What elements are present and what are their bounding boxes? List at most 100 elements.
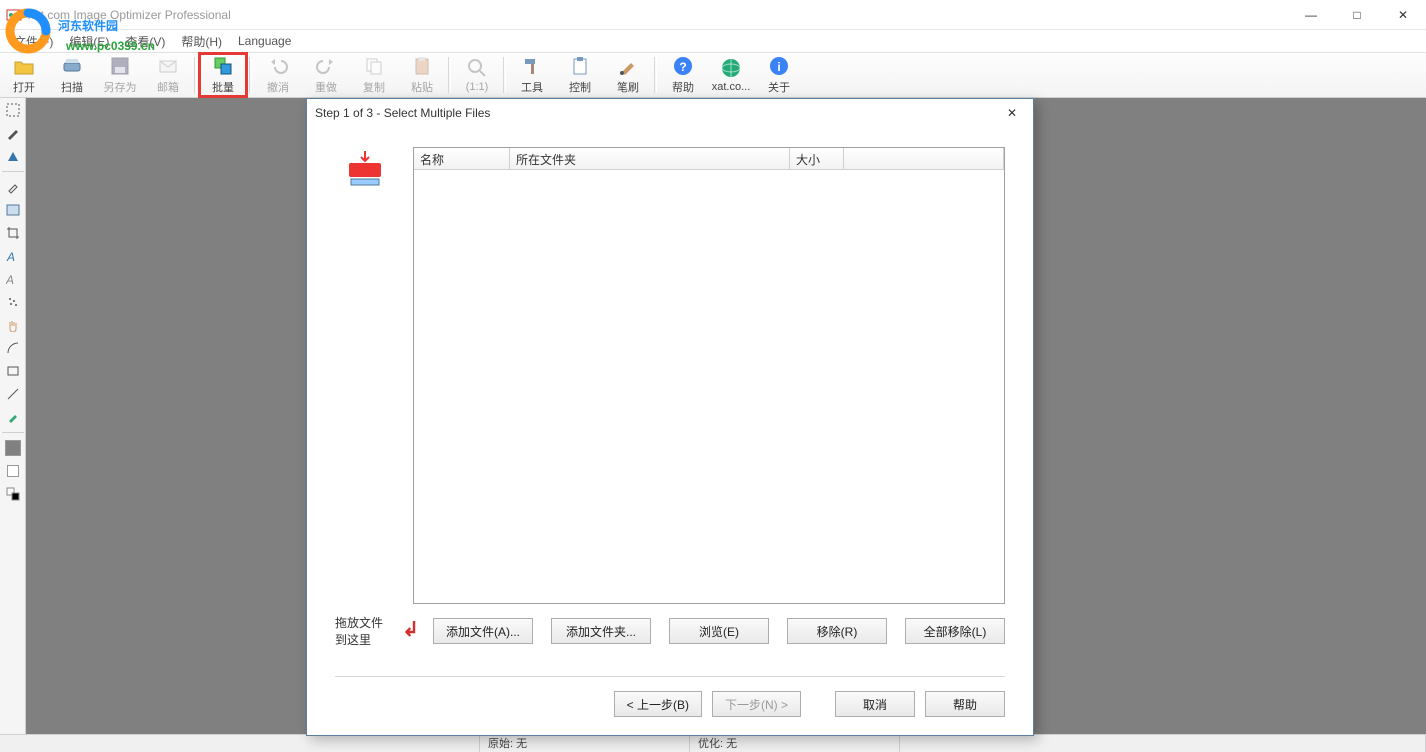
compress-icon — [335, 147, 395, 604]
table-header: 名称 所在文件夹 大小 — [414, 148, 1004, 170]
window-title: xat.com Image Optimizer Professional — [28, 8, 231, 22]
back-button[interactable]: < 上一步(B) — [614, 691, 702, 717]
menu-edit[interactable]: 编辑(E) — [61, 31, 117, 52]
tb-batch[interactable]: 批量 — [199, 53, 247, 97]
batch-dialog: Step 1 of 3 - Select Multiple Files ✕ 名称… — [306, 98, 1034, 736]
close-button[interactable]: ✕ — [1380, 0, 1426, 30]
tb-brush[interactable]: 笔刷 — [604, 53, 652, 97]
drag-hint: 拖放文件到这里 — [335, 614, 388, 648]
toolbar-separator — [654, 57, 657, 93]
bg-color-swatch[interactable] — [3, 461, 23, 481]
tool-hand-icon[interactable] — [3, 315, 23, 335]
redo-icon — [315, 55, 337, 77]
hammer-icon — [521, 55, 543, 77]
toolbar-separator — [503, 57, 506, 93]
tb-control[interactable]: 控制 — [556, 53, 604, 97]
minimize-button[interactable]: — — [1288, 0, 1334, 30]
tool-arc-icon[interactable] — [3, 338, 23, 358]
col-folder[interactable]: 所在文件夹 — [510, 148, 790, 169]
tb-copy[interactable]: 复制 — [350, 53, 398, 97]
add-folder-button[interactable]: 添加文件夹... — [551, 618, 651, 644]
svg-text:A: A — [6, 273, 14, 286]
dialog-body: 名称 所在文件夹 大小 拖放文件到这里 ↲ 添加文件(A)... 添加文件夹..… — [307, 127, 1033, 735]
zoom-actual-icon — [466, 57, 488, 79]
menu-view[interactable]: 查看(V) — [117, 31, 173, 52]
fg-color-swatch[interactable] — [3, 438, 23, 458]
tool-selection-icon[interactable] — [3, 100, 23, 120]
tb-redo[interactable]: 重做 — [302, 53, 350, 97]
tool-flip-icon[interactable] — [3, 146, 23, 166]
paste-icon — [411, 55, 433, 77]
tb-xat[interactable]: xat.co... — [707, 53, 755, 97]
svg-text:A: A — [6, 250, 15, 263]
titlebar: xat.com Image Optimizer Professional — □… — [0, 0, 1426, 30]
tool-text-icon[interactable]: A — [3, 246, 23, 266]
maximize-button[interactable]: □ — [1334, 0, 1380, 30]
tool-line-icon[interactable] — [3, 384, 23, 404]
file-table: 名称 所在文件夹 大小 — [413, 147, 1005, 604]
toolbar-separator — [249, 57, 252, 93]
next-button[interactable]: 下一步(N) > — [712, 691, 801, 717]
wizard-buttons: < 上一步(B) 下一步(N) > 取消 帮助 — [335, 691, 1005, 725]
add-files-button[interactable]: 添加文件(A)... — [433, 618, 533, 644]
status-optimized: 优化: 无 — [690, 735, 900, 752]
toolbox-separator — [2, 432, 24, 433]
tb-mail[interactable]: 邮箱 — [144, 53, 192, 97]
help-button[interactable]: 帮助 — [925, 691, 1005, 717]
globe-icon — [720, 57, 742, 79]
remove-all-button[interactable]: 全部移除(L) — [905, 618, 1005, 644]
tb-open[interactable]: 打开 — [0, 53, 48, 97]
menu-file[interactable]: 文件(F) — [6, 31, 61, 52]
tool-rect-icon[interactable] — [3, 361, 23, 381]
svg-text:i: i — [777, 60, 780, 74]
tb-one-to-one[interactable]: (1:1) — [453, 53, 501, 97]
tool-image-icon[interactable] — [3, 200, 23, 220]
undo-icon — [267, 55, 289, 77]
save-icon — [109, 55, 131, 77]
dialog-close-button[interactable]: ✕ — [999, 106, 1025, 120]
app-icon — [6, 7, 22, 23]
tb-paste[interactable]: 粘贴 — [398, 53, 446, 97]
tb-undo[interactable]: 撤消 — [254, 53, 302, 97]
tool-wand-icon[interactable] — [3, 123, 23, 143]
main-toolbar: 打开 扫描 另存为 邮箱 批量 撤消 重做 复制 粘贴 (1:1) 工具 — [0, 52, 1426, 98]
window-controls: — □ ✕ — [1288, 0, 1426, 30]
browse-button[interactable]: 浏览(E) — [669, 618, 769, 644]
mail-icon — [157, 55, 179, 77]
cancel-button[interactable]: 取消 — [835, 691, 915, 717]
tb-help[interactable]: ? 帮助 — [659, 53, 707, 97]
col-size[interactable]: 大小 — [790, 148, 844, 169]
table-body[interactable] — [414, 170, 1004, 603]
tb-saveas[interactable]: 另存为 — [96, 53, 144, 97]
status-original: 原始: 无 — [480, 735, 690, 752]
remove-button[interactable]: 移除(R) — [787, 618, 887, 644]
drag-row: 拖放文件到这里 ↲ 添加文件(A)... 添加文件夹... 浏览(E) 移除(R… — [335, 604, 1005, 654]
brush-icon — [617, 55, 639, 77]
scanner-icon — [61, 55, 83, 77]
menubar: 文件(F) 编辑(E) 查看(V) 帮助(H) Language — [0, 30, 1426, 52]
menu-help[interactable]: 帮助(H) — [173, 31, 230, 52]
info-icon: i — [768, 55, 790, 77]
side-toolbox: A A — [0, 98, 26, 734]
col-name[interactable]: 名称 — [414, 148, 510, 169]
tool-spray-icon[interactable] — [3, 292, 23, 312]
tool-crop-icon[interactable] — [3, 223, 23, 243]
menu-language[interactable]: Language — [230, 32, 299, 50]
tb-tools[interactable]: 工具 — [508, 53, 556, 97]
tool-brush-icon[interactable] — [3, 407, 23, 427]
toolbar-separator — [448, 57, 451, 93]
tool-text2-icon[interactable]: A — [3, 269, 23, 289]
status-left — [0, 735, 480, 752]
tb-about[interactable]: i 关于 — [755, 53, 803, 97]
swap-colors-icon[interactable] — [3, 484, 23, 504]
toolbar-separator — [194, 57, 197, 93]
svg-text:?: ? — [679, 60, 686, 74]
help-icon: ? — [672, 55, 694, 77]
statusbar: 原始: 无 优化: 无 — [0, 734, 1426, 752]
tool-eyedropper-icon[interactable] — [3, 177, 23, 197]
clipboard-icon — [569, 55, 591, 77]
status-spacer — [900, 735, 1426, 752]
dialog-titlebar[interactable]: Step 1 of 3 - Select Multiple Files ✕ — [307, 99, 1033, 127]
col-blank[interactable] — [844, 148, 1004, 169]
tb-scan[interactable]: 扫描 — [48, 53, 96, 97]
